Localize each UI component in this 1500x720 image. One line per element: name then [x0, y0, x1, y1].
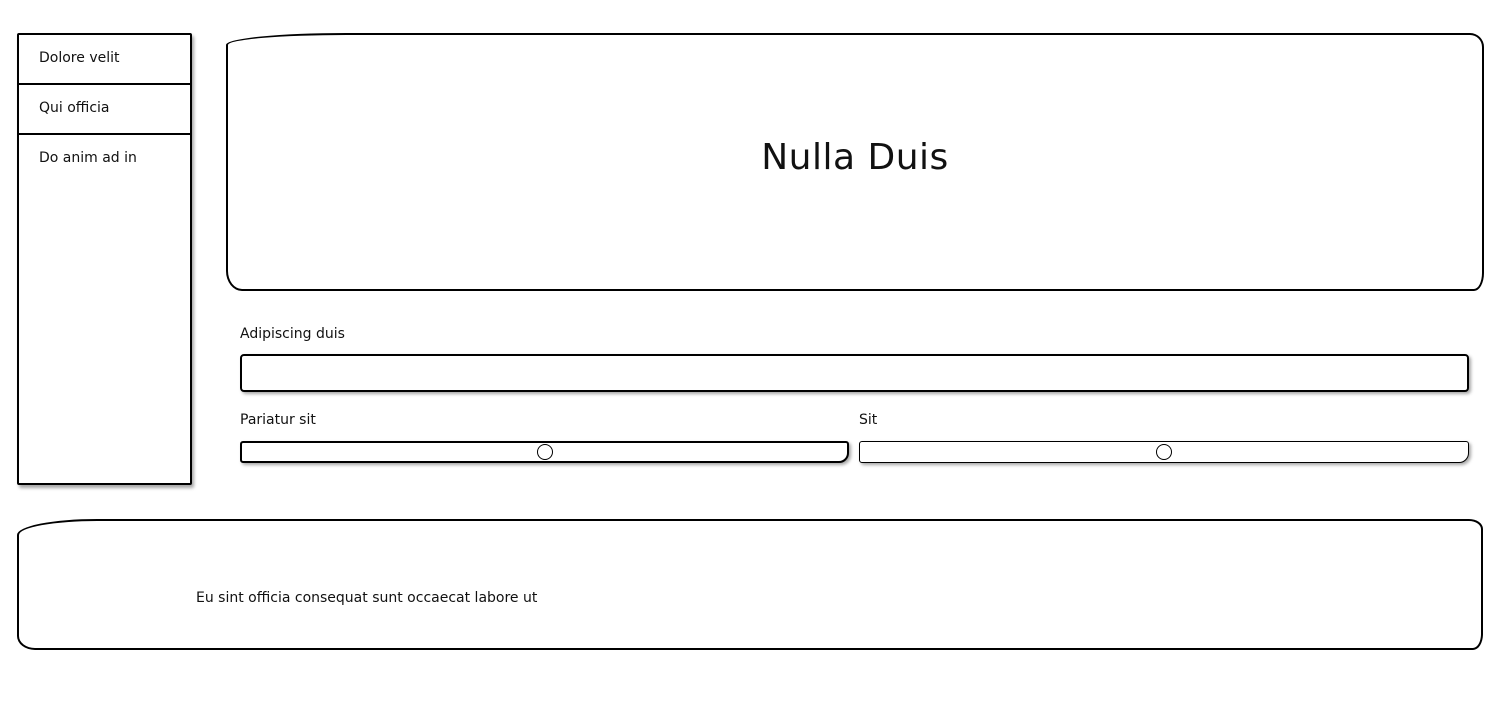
- slider-2-label: Sit: [859, 412, 878, 428]
- adipiscing-duis-input[interactable]: [240, 354, 1469, 392]
- page-title: Nulla Duis: [761, 136, 949, 178]
- header-card: Nulla Duis: [226, 33, 1484, 291]
- sidebar-menu: Dolore velit Qui officia Do anim ad in: [17, 33, 192, 485]
- slider-thumb[interactable]: [536, 444, 553, 460]
- sit-slider[interactable]: [859, 441, 1469, 463]
- sidebar-item-dolore-velit[interactable]: Dolore velit: [19, 35, 190, 85]
- sidebar-item-label: Dolore velit: [39, 50, 120, 66]
- pariatur-sit-slider[interactable]: [240, 441, 849, 463]
- footer-card: Eu sint officia consequat sunt occaecat …: [17, 519, 1483, 650]
- sidebar-item-label: Qui officia: [39, 100, 110, 116]
- text-field-label: Adipiscing duis: [240, 326, 345, 342]
- sidebar-item-do-anim-ad-in[interactable]: Do anim ad in: [19, 135, 190, 185]
- slider-1-label: Pariatur sit: [240, 412, 316, 428]
- sidebar-item-qui-officia[interactable]: Qui officia: [19, 85, 190, 135]
- page: Dolore velit Qui officia Do anim ad in N…: [0, 0, 1500, 720]
- slider-thumb[interactable]: [1156, 444, 1172, 460]
- footer-text: Eu sint officia consequat sunt occaecat …: [196, 590, 538, 606]
- sidebar-item-label: Do anim ad in: [39, 150, 137, 166]
